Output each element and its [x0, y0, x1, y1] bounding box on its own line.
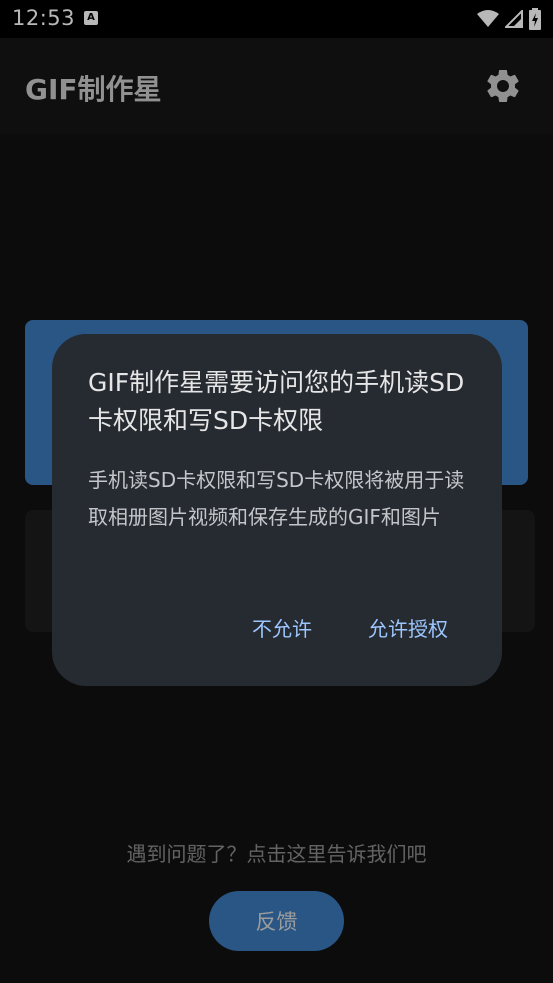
dialog-title: GIF制作星需要访问您的手机读SD卡权限和写SD卡权限 [88, 368, 465, 435]
dialog-message: 手机读SD卡权限和写SD卡权限将被用于读取相册图片视频和保存生成的GIF和图片 [88, 468, 465, 529]
dialog-actions: 不允许 允许授权 [252, 613, 448, 642]
deny-button[interactable]: 不允许 [252, 613, 312, 642]
allow-button[interactable]: 允许授权 [368, 613, 448, 642]
permission-dialog: GIF制作星需要访问您的手机读SD卡权限和写SD卡权限 手机读SD卡权限和写SD… [52, 334, 502, 686]
